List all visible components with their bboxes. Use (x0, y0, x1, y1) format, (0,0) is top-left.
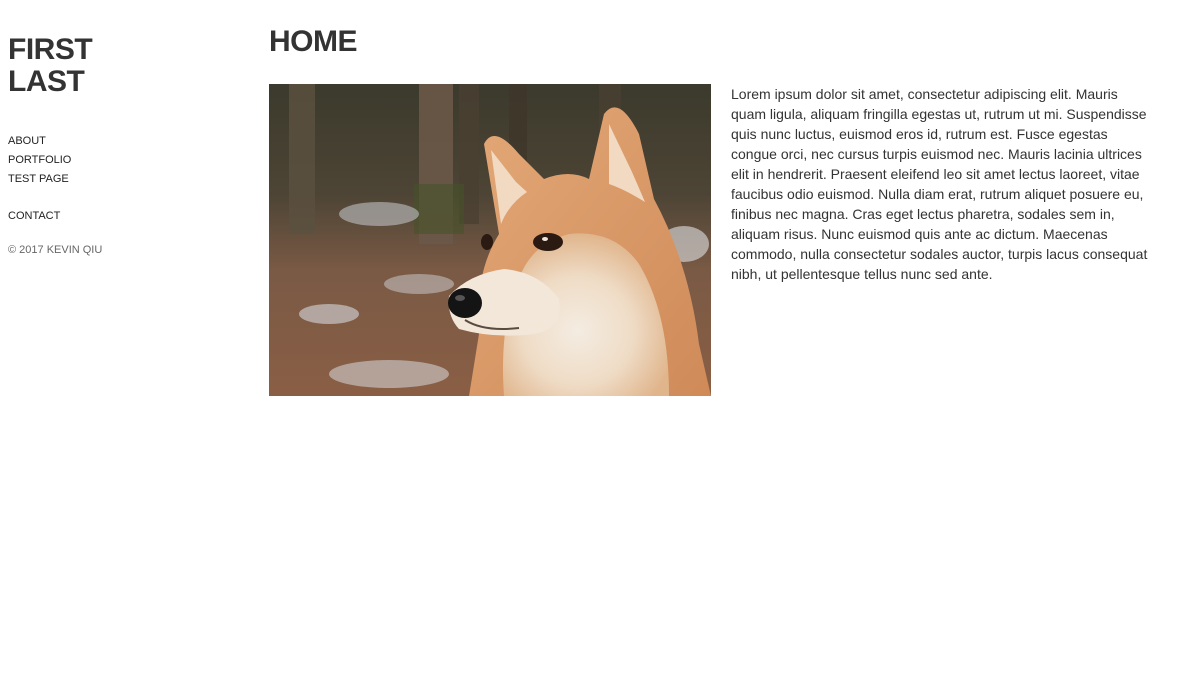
site-name-first[interactable]: FIRST (8, 34, 208, 66)
main-nav: ABOUT PORTFOLIO TEST PAGE CONTACT (8, 132, 208, 226)
content-row: Lorem ipsum dolor sit amet, consectetur … (269, 84, 1159, 396)
nav-portfolio-link[interactable]: PORTFOLIO (8, 151, 208, 170)
site-name[interactable]: FIRST LAST (8, 34, 208, 98)
nav-test-page-link[interactable]: TEST PAGE (8, 170, 208, 189)
dog-photo (269, 84, 711, 396)
main-content: HOME Lorem ipsum dolor sit amet, consect… (269, 24, 1159, 396)
sidebar: FIRST LAST ABOUT PORTFOLIO TEST PAGE CON… (8, 34, 208, 257)
site-name-last[interactable]: LAST (8, 66, 208, 98)
copyright-text: © 2017 KEVIN QIU (8, 244, 103, 256)
nav-about-link[interactable]: ABOUT (8, 132, 208, 151)
intro-paragraph: Lorem ipsum dolor sit amet, consectetur … (731, 86, 1148, 282)
nav-contact-link[interactable]: CONTACT (8, 207, 208, 226)
page-title: HOME (269, 25, 358, 58)
